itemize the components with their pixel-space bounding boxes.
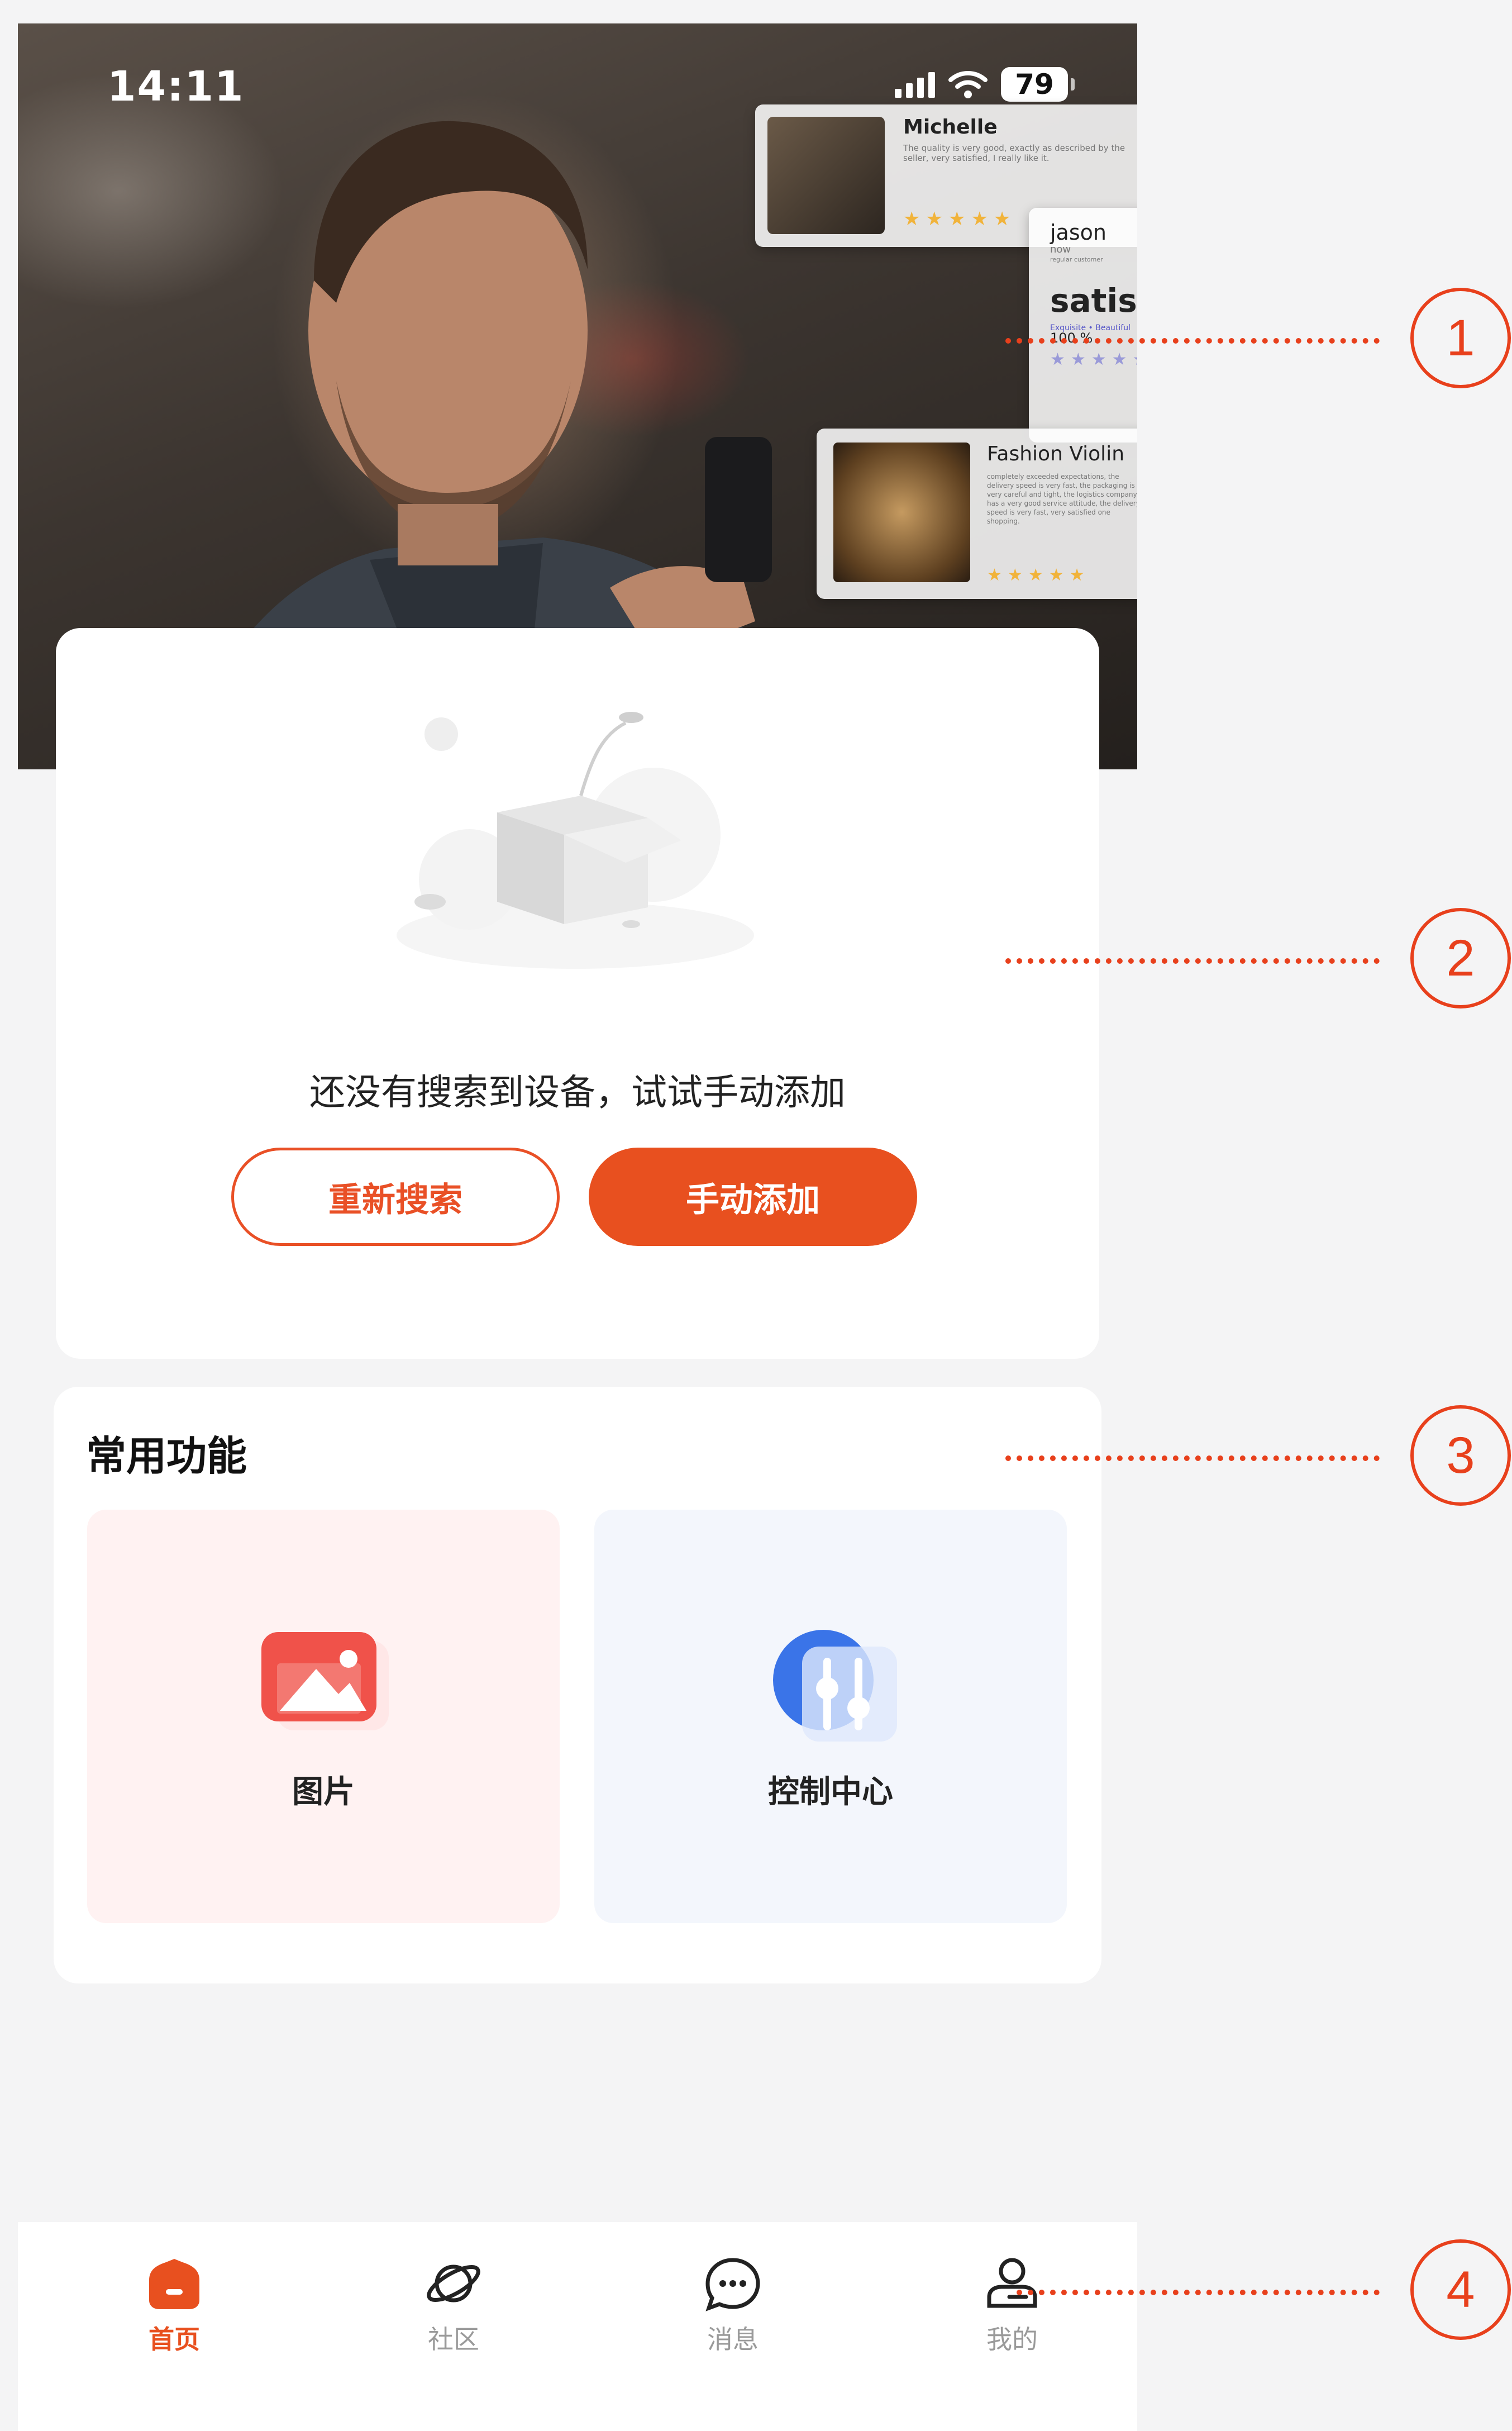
control-center-icon xyxy=(773,1630,897,1742)
callout-line-1 xyxy=(1005,338,1380,344)
phone-screen: 14:11 79 Michelle The quality is very go… xyxy=(18,23,1137,2431)
review-text: The quality is very good, exactly as des… xyxy=(903,143,1125,163)
research-button[interactable]: 重新搜索 xyxy=(231,1148,560,1246)
image-icon xyxy=(261,1632,389,1730)
review-name: jason xyxy=(1050,220,1106,245)
review-headline: satisfy xyxy=(1050,282,1137,320)
empty-box-illustration xyxy=(397,712,754,969)
callout-marker-4: 4 xyxy=(1410,2239,1511,2340)
review-text: completely exceeded expectations, the de… xyxy=(987,473,1137,525)
common-functions-card: 常用功能 图片 控制中心 xyxy=(54,1387,1101,1983)
tile-images-label: 图片 xyxy=(292,1774,355,1810)
review-name: Fashion Violin xyxy=(987,443,1125,465)
profile-icon xyxy=(987,2258,1037,2308)
review-name: Michelle xyxy=(903,116,998,139)
planet-icon xyxy=(427,2265,480,2302)
bottom-tab-bar: 首页 社区 消息 我的 xyxy=(18,2222,1137,2431)
review-tag: regular customer xyxy=(1050,256,1103,263)
review-meta: now xyxy=(1050,244,1071,255)
tab-profile-label: 我的 xyxy=(986,2324,1038,2354)
battery-indicator: 79 xyxy=(1001,67,1075,102)
review-card-jason: jason now regular customer satisfy Exqui… xyxy=(1029,208,1137,443)
home-icon xyxy=(149,2259,199,2309)
callout-marker-3: 3 xyxy=(1410,1405,1511,1506)
tab-messages[interactable]: 消息 xyxy=(649,2256,817,2356)
callout-marker-2: 2 xyxy=(1410,908,1511,1008)
tile-control-center[interactable]: 控制中心 xyxy=(594,1510,1067,1923)
empty-state-card: 还没有搜索到设备，试试手动添加 重新搜索 手动添加 xyxy=(56,628,1099,1359)
review-stars: ★★★★★ xyxy=(903,208,1017,230)
tab-profile[interactable]: 我的 xyxy=(928,2256,1096,2356)
tile-images[interactable]: 图片 xyxy=(87,1510,560,1923)
wifi-icon xyxy=(948,71,988,98)
review-card-fashion-violin: Fashion Violin completely exceeded expec… xyxy=(817,429,1137,599)
callout-marker-1: 1 xyxy=(1410,288,1511,388)
status-indicators: 79 xyxy=(895,67,1075,102)
review-thumbnail xyxy=(833,443,970,582)
tab-home-label: 首页 xyxy=(149,2324,200,2354)
tab-home[interactable]: 首页 xyxy=(90,2256,258,2356)
tab-messages-label: 消息 xyxy=(707,2324,759,2354)
section-title: 常用功能 xyxy=(86,1433,247,1479)
cellular-signal-icon xyxy=(895,71,935,98)
review-stars: ★★★★★ xyxy=(1050,350,1137,369)
empty-state-message: 还没有搜索到设备，试试手动添加 xyxy=(309,1072,846,1114)
review-thumbnail xyxy=(767,117,885,234)
tab-community-label: 社区 xyxy=(428,2324,479,2354)
callout-line-2 xyxy=(1005,958,1380,964)
callout-line-3 xyxy=(1005,1455,1380,1461)
tab-community[interactable]: 社区 xyxy=(370,2256,537,2356)
callout-line-4 xyxy=(1017,2290,1380,2295)
manual-add-button[interactable]: 手动添加 xyxy=(589,1148,917,1246)
status-time: 14:11 xyxy=(107,63,245,111)
tile-control-center-label: 控制中心 xyxy=(768,1774,893,1810)
message-icon xyxy=(705,2258,760,2311)
review-stars: ★★★★★ xyxy=(987,565,1090,585)
